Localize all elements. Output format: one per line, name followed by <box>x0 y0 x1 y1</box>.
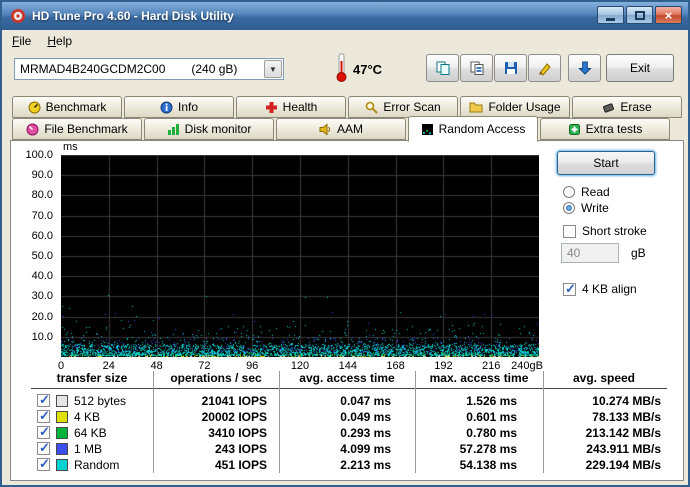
menu-help[interactable]: Help <box>39 32 80 50</box>
row-checkbox[interactable] <box>37 456 50 472</box>
window-title: HD Tune Pro 4.60 - Hard Disk Utility <box>32 9 234 23</box>
read-radio[interactable] <box>563 186 575 198</box>
write-option[interactable]: Write <box>563 201 609 215</box>
tab-folder-usage[interactable]: Folder Usage <box>460 96 570 118</box>
download-button[interactable] <box>568 54 601 82</box>
folder-icon <box>469 102 483 113</box>
chevron-down-icon: ▼ <box>264 60 282 78</box>
tab-error-scan[interactable]: Error Scan <box>348 96 458 118</box>
align-option[interactable]: 4 KB align <box>563 281 637 297</box>
save-icon <box>504 62 517 74</box>
app-window: HD Tune Pro 4.60 - Hard Disk Utility × F… <box>0 0 690 487</box>
health-cross-icon <box>265 101 277 113</box>
y-axis-unit-label: ms <box>63 141 78 153</box>
start-button[interactable]: Start <box>557 151 655 175</box>
extra-tests-icon <box>568 123 580 135</box>
chart-canvas <box>61 155 539 357</box>
app-icon <box>11 9 25 23</box>
table-row: 64 KB 3410 IOPS 0.293 ms 0.780 ms 213.14… <box>11 424 685 441</box>
exit-button[interactable]: Exit <box>606 54 674 82</box>
series-color-swatch <box>56 443 68 455</box>
series-color-swatch <box>56 459 68 471</box>
drive-selector[interactable]: MRMAD4B240GCDM2C00 (240 gB) ▼ <box>14 58 284 80</box>
tab-extra-tests[interactable]: Extra tests <box>540 118 670 140</box>
brush-icon <box>538 63 551 76</box>
maximize-button[interactable] <box>626 6 653 24</box>
short-stroke-size-field[interactable]: 40 <box>561 243 619 263</box>
table-row: 4 KB 20002 IOPS 0.049 ms 0.601 ms 78.133… <box>11 408 685 425</box>
title-bar: HD Tune Pro 4.60 - Hard Disk Utility × <box>2 2 688 30</box>
tab-erase[interactable]: Erase <box>572 96 682 118</box>
save-button[interactable] <box>494 54 527 82</box>
table-row: 512 bytes 21041 IOPS 0.047 ms 1.526 ms 1… <box>11 392 685 409</box>
disk-monitor-icon <box>167 123 179 135</box>
read-option[interactable]: Read <box>563 185 610 199</box>
file-benchmark-icon <box>26 123 39 135</box>
table-row: Random 451 IOPS 2.213 ms 54.138 ms 229.1… <box>11 456 685 473</box>
series-color-swatch <box>56 427 68 439</box>
series-color-swatch <box>56 395 68 407</box>
minimize-icon <box>606 17 615 21</box>
temperature-value: 47°C <box>353 62 383 77</box>
minimize-button[interactable] <box>597 6 624 24</box>
y-axis-labels: 10.0 20.0 30.0 40.0 50.0 60.0 70.0 80.0 90.0 100.… <box>25 149 53 343</box>
copy-icon <box>436 61 449 75</box>
tab-random-access[interactable]: Random Access <box>408 116 538 142</box>
magnifier-icon <box>366 101 379 114</box>
random-access-page: ms 10.0 20.0 30.0 40.0 50.0 60.0 70.0 80.0 90.0 1… <box>10 140 684 481</box>
short-stroke-checkbox[interactable] <box>563 224 576 238</box>
tab-spacer <box>672 118 684 140</box>
download-icon <box>577 61 592 75</box>
close-icon: × <box>664 7 673 23</box>
access-time-chart <box>61 155 539 357</box>
series-color-swatch <box>56 411 68 423</box>
table-row: 1 MB 243 IOPS 4.099 ms 57.278 ms 243.911… <box>11 440 685 457</box>
align-checkbox[interactable] <box>563 281 576 297</box>
header-avg-speed: avg. speed <box>572 371 636 385</box>
menu-bar: File Help <box>2 30 688 51</box>
copy-page-icon <box>470 61 483 75</box>
header-divider <box>31 388 667 389</box>
thermometer-icon <box>336 53 347 82</box>
short-stroke-option[interactable]: Short stroke <box>563 224 647 238</box>
tab-benchmark[interactable]: Benchmark <box>12 96 122 118</box>
header-transfer-size: transfer size <box>56 371 128 385</box>
tab-row-2: File Benchmark Disk monitor AAM Random A… <box>12 116 684 142</box>
tab-row-1: Benchmark Info Health Error Scan Folder … <box>12 96 684 118</box>
screenshot-button[interactable] <box>528 54 561 82</box>
random-access-icon <box>421 123 433 135</box>
drive-selector-value: MRMAD4B240GCDM2C00 (240 gB) <box>20 62 238 76</box>
copy-button[interactable] <box>426 54 459 82</box>
benchmark-icon <box>28 101 41 113</box>
tab-info[interactable]: Info <box>124 96 234 118</box>
short-stroke-unit-label: gB <box>631 246 646 260</box>
menu-file[interactable]: File <box>4 32 39 50</box>
write-radio[interactable] <box>563 202 575 214</box>
copy-page-button[interactable] <box>460 54 493 82</box>
info-icon <box>160 101 173 113</box>
eraser-icon <box>603 102 615 113</box>
header-avg-access: avg. access time <box>299 371 395 385</box>
row-checkbox[interactable] <box>37 440 50 456</box>
tab-disk-monitor[interactable]: Disk monitor <box>144 118 274 140</box>
row-checkbox[interactable] <box>37 408 50 424</box>
maximize-icon <box>634 10 645 20</box>
close-button[interactable]: × <box>655 6 682 24</box>
header-operations: operations / sec <box>170 371 262 385</box>
header-max-access: max. access time <box>429 371 529 385</box>
tab-health[interactable]: Health <box>236 96 346 118</box>
row-checkbox[interactable] <box>37 424 50 440</box>
speaker-icon <box>319 123 330 135</box>
tab-aam[interactable]: AAM <box>276 118 406 140</box>
row-checkbox[interactable] <box>37 392 50 408</box>
tab-file-benchmark[interactable]: File Benchmark <box>12 118 142 140</box>
